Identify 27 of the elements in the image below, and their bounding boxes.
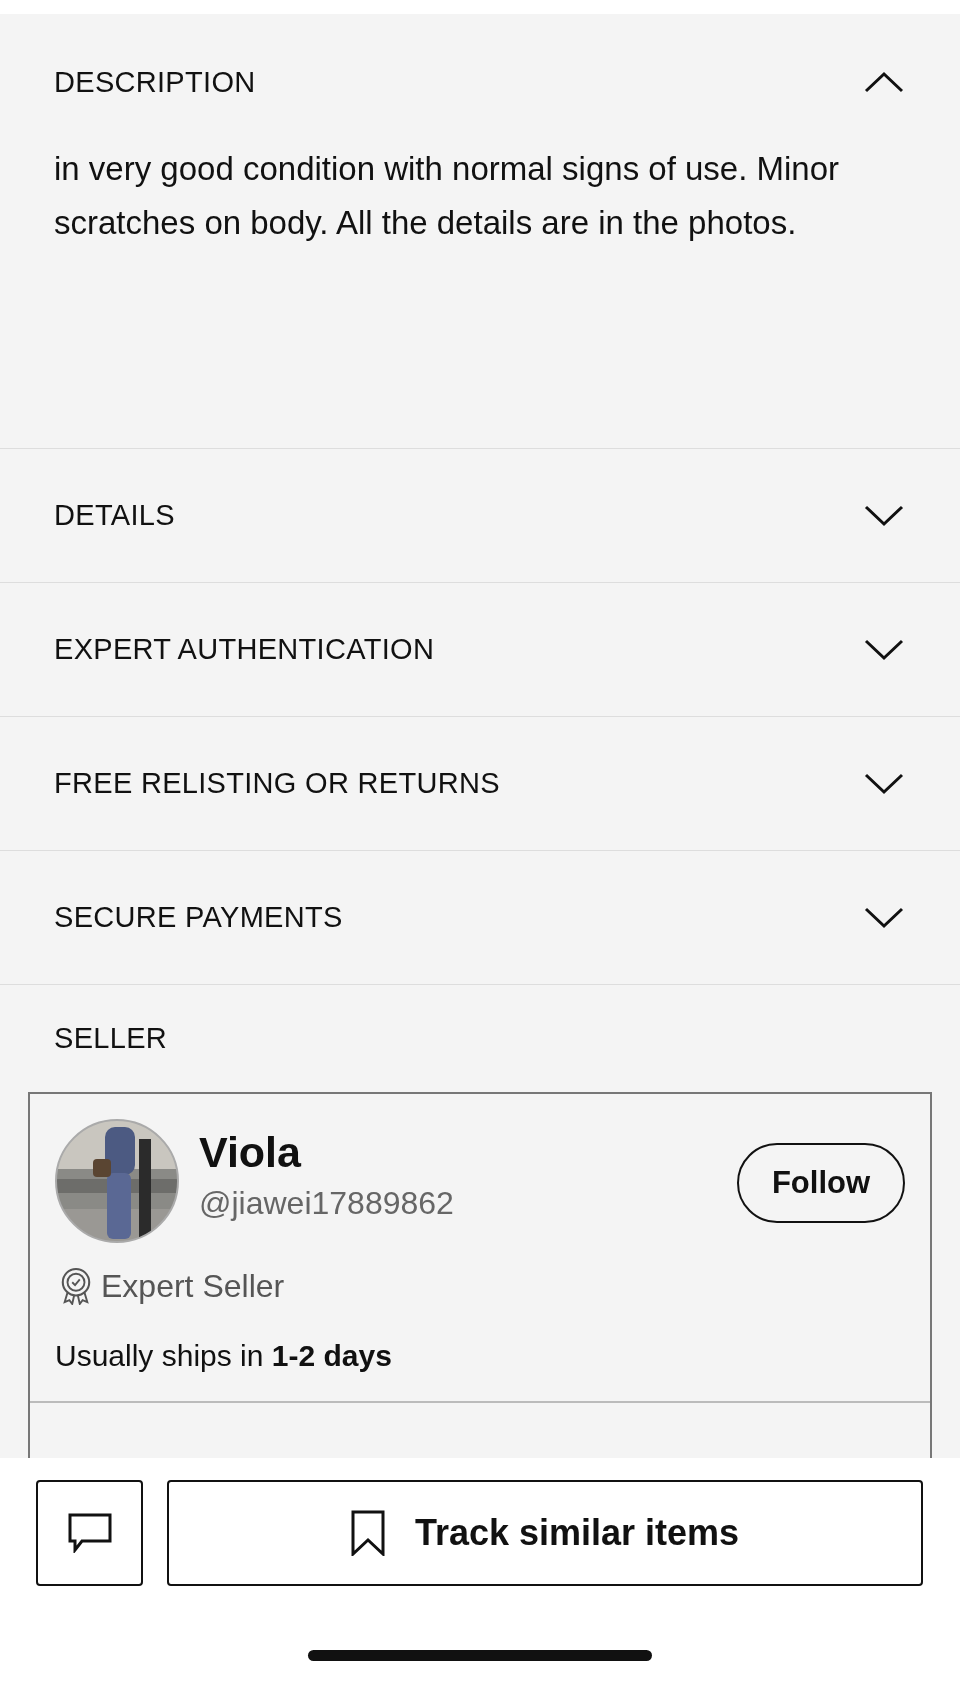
accordion-header[interactable]: DETAILS xyxy=(0,449,960,582)
track-button[interactable]: Track similar items xyxy=(167,1480,923,1586)
chevron-icon xyxy=(864,637,904,662)
section-title: SELLER xyxy=(54,1022,168,1055)
award-icon xyxy=(59,1267,93,1305)
follow-button[interactable]: Follow xyxy=(737,1143,905,1223)
seller-handle: @jiawei17889862 xyxy=(199,1184,454,1223)
section-title: EXPERT AUTHENTICATION xyxy=(54,633,435,666)
accordion-header[interactable]: FREE RELISTING OR RETURNS xyxy=(0,717,960,850)
accordion-header[interactable]: DESCRIPTION xyxy=(0,14,960,150)
chevron-icon xyxy=(864,905,904,930)
chevron-icon xyxy=(864,771,904,796)
description-text: in very good condition with normal signs of use. Minor scratches on body. All the details are in the photos. xyxy=(54,149,841,243)
accordion-header[interactable]: SECURE PAYMENTS xyxy=(0,851,960,984)
section-title: DESCRIPTION xyxy=(54,65,256,99)
chevron-icon xyxy=(864,70,904,94)
accordion-header[interactable]: EXPERT AUTHENTICATION xyxy=(0,583,960,716)
shipping-text: Usually ships in 1-2 days xyxy=(55,1339,393,1373)
chat-icon xyxy=(67,1513,112,1553)
bookmark-icon xyxy=(350,1510,385,1556)
section-title: SECURE PAYMENTS xyxy=(54,901,343,934)
section-title: DETAILS xyxy=(54,499,175,532)
chat-button[interactable] xyxy=(36,1480,143,1586)
section-title: FREE RELISTING OR RETURNS xyxy=(54,767,500,800)
badge-label: Expert Seller xyxy=(101,1267,285,1305)
chevron-icon xyxy=(864,503,904,528)
seller-name: Viola xyxy=(199,1127,303,1177)
